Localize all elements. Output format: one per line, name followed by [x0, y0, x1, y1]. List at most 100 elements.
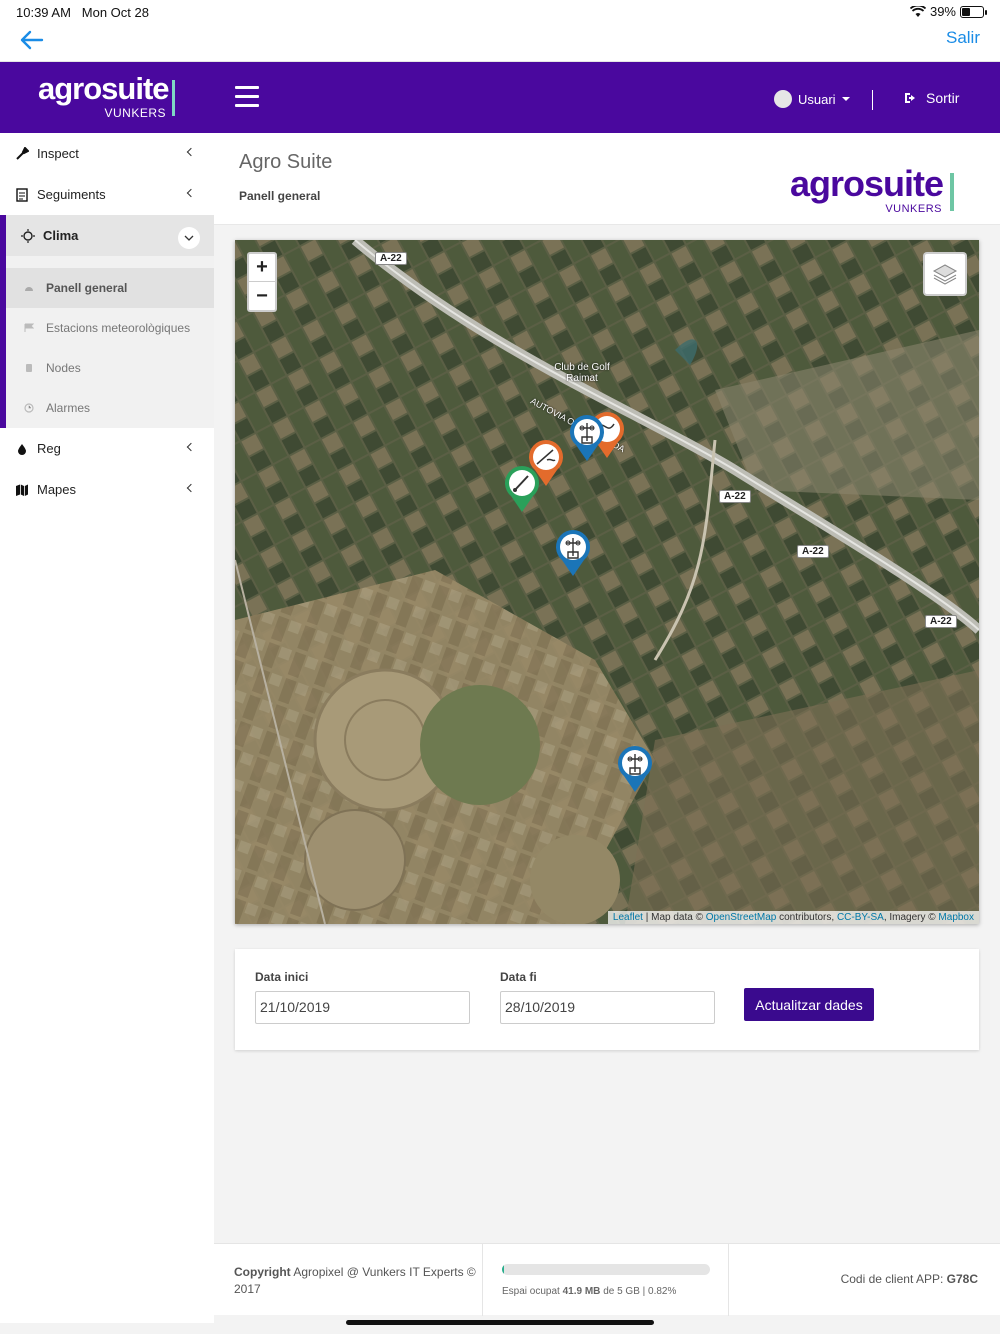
storage-suffix: de 5 GB | 0.82%: [603, 1286, 677, 1297]
chevron-left-icon: [186, 147, 196, 157]
attrib-text: , Imagery ©: [883, 912, 936, 923]
start-date-input[interactable]: 21/10/2019: [255, 991, 470, 1024]
logout-label: Sortir: [926, 90, 960, 106]
page-header: Agro Suite Panell general agrosuite VUNK…: [214, 133, 1000, 225]
sidebar-subitem-estacions[interactable]: Estacions meteorològiques: [6, 308, 214, 348]
caret-down-icon: [841, 97, 850, 101]
footer-divider: [482, 1244, 483, 1316]
client-code-value: G78C: [946, 1272, 978, 1286]
zoom-control: + −: [247, 252, 277, 312]
chevron-left-icon: [186, 188, 196, 198]
subitem-label: Panell general: [46, 281, 128, 295]
status-bar: 10:39 AM Mon Oct 28 39%: [0, 0, 1000, 22]
osm-link[interactable]: OpenStreetMap: [706, 912, 777, 923]
sidebar-item-seguiments[interactable]: Seguiments: [0, 174, 214, 215]
arrow-left-icon[interactable]: [18, 26, 48, 54]
avatar: [774, 90, 792, 108]
end-date-label: Data fi: [500, 970, 537, 984]
place-label: Club de Golf Raimat: [554, 362, 610, 384]
probe-marker-green[interactable]: [503, 466, 541, 514]
agrosuite-logo-large: agrosuite VUNKERS: [790, 163, 970, 217]
storage-used: 41.9 MB: [562, 1286, 601, 1297]
weather-station-marker-blue[interactable]: [568, 415, 606, 463]
update-data-button[interactable]: Actualitzar dades: [744, 988, 874, 1021]
drop-icon: [15, 442, 29, 456]
end-date-input[interactable]: 28/10/2019: [500, 991, 715, 1024]
sidebar-item-label: Inspect: [37, 146, 79, 161]
road-label: A-22: [375, 252, 407, 265]
user-name: Usuari: [798, 91, 836, 107]
chevron-left-icon: [186, 442, 196, 452]
client-code-label: Codi de client APP:: [840, 1272, 944, 1286]
home-indicator[interactable]: [346, 1320, 654, 1325]
sidebar-subitem-alarmes[interactable]: Alarmes: [6, 388, 214, 428]
sidebar-item-label: Mapes: [37, 482, 77, 497]
sidebar-item-inspect[interactable]: Inspect: [0, 133, 214, 174]
status-time: 10:39 AM Mon Oct 28: [16, 5, 149, 20]
logo-word: agrosuite: [38, 71, 170, 106]
satellite-map[interactable]: A-22 A-22 A-22 A-22 Club de Golf Raimat …: [235, 240, 979, 924]
battery-icon: [960, 5, 987, 18]
map-imagery: [235, 240, 979, 924]
app-header: agrosuite VUNKERS Usuari Sortir: [0, 62, 1000, 133]
license-link[interactable]: CC-BY-SA: [837, 912, 884, 923]
user-menu[interactable]: Usuari: [774, 90, 850, 108]
weather-station-marker-blue[interactable]: [616, 746, 654, 794]
logout-button[interactable]: Sortir: [904, 90, 959, 106]
copyright-bold: Copyright: [234, 1265, 291, 1279]
road-label: A-22: [797, 545, 829, 558]
eyedropper-icon: [15, 146, 29, 161]
attrib-text: | Map data ©: [645, 912, 703, 923]
app-navbar: Salir: [0, 22, 1000, 62]
page-title: Agro Suite: [239, 151, 333, 173]
chevron-down-icon[interactable]: [178, 227, 200, 249]
attrib-text: contributors,: [779, 912, 835, 923]
sidebar-subitem-panell-general[interactable]: Panell general: [6, 268, 214, 308]
road-label: A-22: [719, 490, 751, 503]
sidebar: Inspect Seguiments Clima Panell general …: [0, 133, 214, 1323]
sidebar-item-reg[interactable]: Reg: [0, 428, 214, 469]
map-attribution: Leaflet | Map data © OpenStreetMap contr…: [607, 911, 979, 924]
leaflet-link[interactable]: Leaflet: [613, 912, 643, 923]
agrosuite-logo[interactable]: agrosuite VUNKERS: [38, 71, 188, 124]
document-icon: [15, 187, 29, 202]
footer-divider: [728, 1244, 729, 1316]
battery-percent: 39%: [929, 4, 956, 19]
sidebar-item-clima[interactable]: Clima: [0, 215, 214, 256]
logo-sub: VUNKERS: [885, 203, 942, 215]
subitem-label: Nodes: [46, 361, 81, 375]
header-divider: [872, 90, 873, 110]
sidebar-subitem-nodes[interactable]: Nodes: [6, 348, 214, 388]
wifi-icon: [909, 5, 926, 17]
date-range-card: Data inici 21/10/2019 Data fi 28/10/2019…: [235, 949, 979, 1050]
node-icon: [24, 363, 34, 373]
start-date-label: Data inici: [255, 970, 309, 984]
road-label: A-22: [925, 615, 957, 628]
weather-station-marker-blue[interactable]: [554, 530, 592, 578]
sidebar-item-label: Clima: [43, 228, 79, 243]
map-icon: [15, 483, 29, 497]
layers-icon[interactable]: [923, 252, 967, 296]
menu-icon[interactable]: [235, 86, 259, 108]
mapbox-link[interactable]: Mapbox: [938, 912, 974, 923]
clock-icon: [24, 403, 34, 413]
storage-prefix: Espai ocupat: [502, 1286, 560, 1297]
subitem-label: Estacions meteorològiques: [46, 321, 191, 335]
salir-button[interactable]: Salir: [946, 28, 980, 48]
sun-icon: [21, 228, 35, 243]
logo-bar: [172, 80, 175, 116]
flag-icon: [24, 323, 34, 333]
zoom-in-button[interactable]: +: [249, 254, 275, 282]
logo-bar: [950, 173, 954, 211]
logout-icon: [905, 93, 915, 103]
storage-progress-fill: [502, 1264, 505, 1275]
zoom-out-button[interactable]: −: [249, 282, 275, 310]
storage-progress-bar: [502, 1264, 710, 1275]
clima-submenu: Panell general Estacions meteorològiques…: [0, 256, 214, 428]
client-code: Codi de client APP: G78C: [841, 1272, 978, 1286]
sidebar-item-label: Reg: [37, 441, 61, 456]
sidebar-item-label: Seguiments: [37, 187, 106, 202]
logo-word: agrosuite: [790, 163, 944, 204]
sidebar-item-mapes[interactable]: Mapes: [0, 469, 214, 510]
copyright: Copyright Agropixel @ Vunkers IT Experts…: [234, 1264, 479, 1298]
